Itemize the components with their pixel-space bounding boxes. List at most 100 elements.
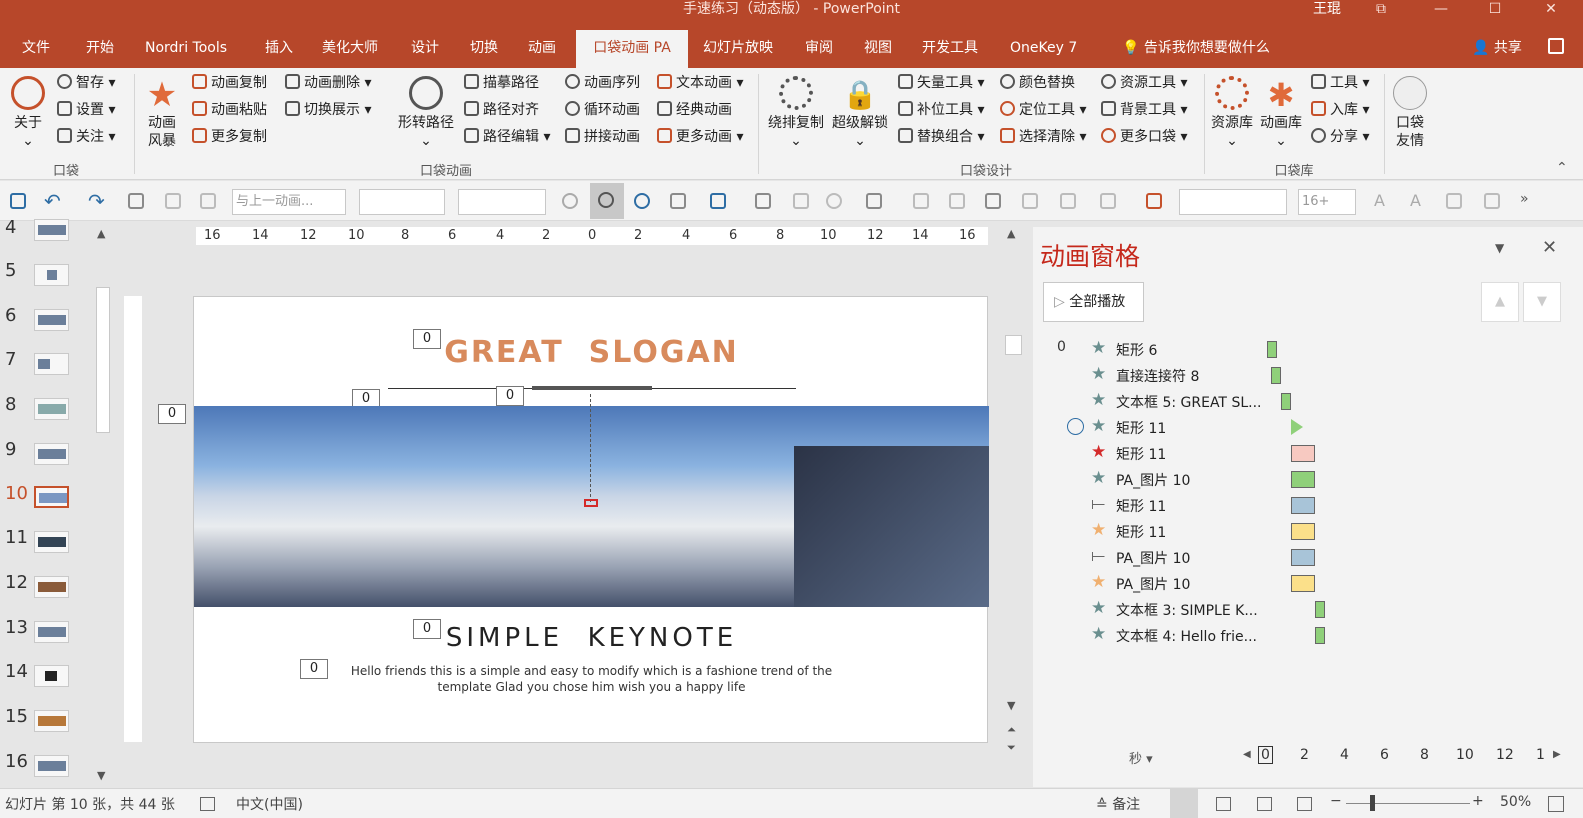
timeline-right-icon[interactable]: ▶	[1553, 749, 1561, 760]
reading-view-icon[interactable]	[1257, 797, 1272, 811]
import-button[interactable]: 入库 ▾	[1311, 101, 1369, 119]
animation-item[interactable]: ★ 矩形 11	[1033, 441, 1363, 465]
scroll-thumb[interactable]	[1005, 335, 1022, 355]
slide-thumbnail[interactable]	[34, 398, 69, 420]
font-size-select[interactable]: 16+	[1298, 189, 1356, 215]
distribute-objects-icon[interactable]	[1484, 193, 1500, 209]
ungroup-icon[interactable]	[200, 193, 216, 209]
vertical-ruler[interactable]	[124, 296, 142, 742]
animation-tag[interactable]: 0	[496, 386, 524, 406]
tell-me-search[interactable]: 💡 告诉我你想要做什么	[1122, 30, 1270, 68]
animation-storm-button[interactable]: ★ 动画风暴	[142, 76, 182, 150]
slide-subtitle[interactable]: SIMPLE KEYNOTE	[194, 623, 989, 653]
prev-animation-select[interactable]: 与上一动画...	[232, 189, 346, 215]
merge-shapes-icon[interactable]	[826, 193, 842, 209]
undo-icon[interactable]: ↶	[44, 189, 61, 213]
duration-input[interactable]	[359, 189, 445, 215]
pane-close-icon[interactable]: ✕	[1542, 237, 1557, 258]
trace-path-button[interactable]: 描摹路径	[464, 74, 539, 92]
animation-sequence-button[interactable]: 动画序列	[565, 74, 640, 92]
slide-thumbnail[interactable]	[34, 443, 69, 465]
play-all-button[interactable]: ▷ 全部播放	[1043, 282, 1144, 322]
slide-thumbnail[interactable]	[34, 309, 69, 331]
zoom-slider-thumb[interactable]	[1370, 795, 1375, 811]
timing-bar[interactable]	[1271, 367, 1281, 384]
preview-icon[interactable]	[128, 193, 144, 209]
group-icon[interactable]	[165, 193, 181, 209]
thumbnail-scrollbar[interactable]: ▲ ▼	[94, 227, 112, 784]
motion-path-line[interactable]	[590, 394, 591, 502]
tab-review[interactable]: 审阅	[805, 30, 833, 68]
align-objects-icon[interactable]	[1446, 193, 1462, 209]
timing-triangle[interactable]	[1291, 419, 1303, 435]
tools-button[interactable]: 工具 ▾	[1311, 74, 1369, 92]
slide-canvas[interactable]: 0 GREAT SLOGAN 0 0 0 SIMPLE KEYNOTE 0 He…	[193, 296, 989, 743]
tab-nordri-tools[interactable]: Nordri Tools	[145, 30, 227, 68]
replace-combo-button[interactable]: 替换组合 ▾	[898, 128, 984, 146]
text-animation-button[interactable]: 文本动画 ▾	[657, 74, 743, 92]
fill-bucket-icon[interactable]	[1060, 193, 1076, 209]
settings-button[interactable]: 设置 ▾	[57, 101, 115, 119]
slide-counter[interactable]: 幻灯片 第 10 张，共 44 张	[5, 794, 175, 814]
trigger-button[interactable]	[590, 183, 624, 219]
font-name-select[interactable]	[1179, 189, 1287, 215]
timing-bar[interactable]	[1281, 393, 1291, 410]
move-down-button[interactable]: ▼	[1523, 282, 1561, 322]
timing-bar[interactable]	[1291, 575, 1315, 592]
motion-path-end-marker[interactable]	[584, 499, 598, 507]
ribbon-display-button[interactable]: ⧉	[1358, 0, 1404, 18]
timeline-left-icon[interactable]: ◀	[1243, 749, 1251, 760]
switch-show-button[interactable]: 切换展示 ▾	[285, 101, 371, 119]
tab-pocket-animation[interactable]: 口袋动画 PA	[576, 30, 688, 68]
shrink-font-icon[interactable]: A	[1410, 191, 1421, 210]
slide-body-text[interactable]: Hello friends this is a simple and easy …	[194, 663, 989, 695]
about-button[interactable]: 关于 ⌄	[8, 76, 48, 150]
tab-home[interactable]: 开始	[86, 30, 114, 68]
tab-developer[interactable]: 开发工具	[922, 30, 978, 68]
tab-insert[interactable]: 插入	[265, 30, 293, 68]
animation-item[interactable]: ★ PA_图片 10	[1033, 571, 1363, 595]
timing-bar[interactable]	[1291, 471, 1315, 488]
star-icon[interactable]	[562, 193, 578, 209]
animation-copy-button[interactable]: 动画复制	[192, 74, 267, 92]
timing-bar[interactable]	[1315, 627, 1325, 644]
time-unit-select[interactable]: 秒 ▾	[1129, 748, 1153, 767]
align-justify-icon[interactable]	[985, 193, 1001, 209]
maximize-button[interactable]: ☐	[1472, 0, 1518, 18]
slide-thumbnail[interactable]	[34, 755, 69, 777]
path-align-button[interactable]: 路径对齐	[464, 101, 539, 119]
scroll-down-icon[interactable]: ▼	[1007, 699, 1015, 712]
distribute-icon[interactable]	[1022, 193, 1038, 209]
share-button[interactable]: 👤 共享	[1472, 30, 1522, 68]
slide-thumbnail[interactable]	[34, 576, 69, 598]
vector-tools-button[interactable]: 矢量工具 ▾	[898, 74, 984, 92]
tab-view[interactable]: 视图	[864, 30, 892, 68]
share-lib-button[interactable]: 分享 ▾	[1311, 128, 1369, 146]
animation-item[interactable]: ⟝ 矩形 11	[1033, 493, 1363, 517]
tab-design[interactable]: 设计	[411, 30, 439, 68]
locate-tools-button[interactable]: 定位工具 ▾	[1000, 101, 1086, 119]
pane-options-icon[interactable]: ▼	[1495, 241, 1504, 255]
slide-thumbnail-current[interactable]	[34, 486, 69, 508]
pen-icon[interactable]	[793, 193, 809, 209]
timeline-ruler[interactable]: 0 2 4 6 8 10 12 1	[1258, 745, 1548, 767]
more-copy-button[interactable]: 更多复制	[192, 128, 267, 146]
slide-thumbnail[interactable]	[34, 621, 69, 643]
zoom-level[interactable]: 50%	[1500, 794, 1531, 810]
normal-view-button[interactable]	[1170, 789, 1198, 818]
tab-slideshow[interactable]: 幻灯片放映	[703, 30, 773, 68]
user-name[interactable]: 王琨	[1313, 0, 1341, 18]
tab-animations[interactable]: 动画	[528, 30, 556, 68]
slide-thumbnail[interactable]	[34, 710, 69, 732]
arrange-icon[interactable]	[755, 193, 771, 209]
scroll-up-icon[interactable]: ▲	[1007, 227, 1015, 240]
outline-icon[interactable]	[1100, 193, 1116, 209]
animation-delete-button[interactable]: 动画删除 ▾	[285, 74, 371, 92]
timing-bar[interactable]	[1291, 549, 1315, 566]
animation-item[interactable]: ★ 文本框 5: GREAT SL...	[1033, 389, 1363, 413]
tab-onekey[interactable]: OneKey 7	[1010, 30, 1077, 68]
timing-bar[interactable]	[1291, 497, 1315, 514]
timing-bar[interactable]	[1267, 341, 1277, 358]
select-clear-button[interactable]: 选择清除 ▾	[1000, 128, 1086, 146]
super-unlock-button[interactable]: 🔒 超级解锁 ⌄	[828, 76, 892, 150]
